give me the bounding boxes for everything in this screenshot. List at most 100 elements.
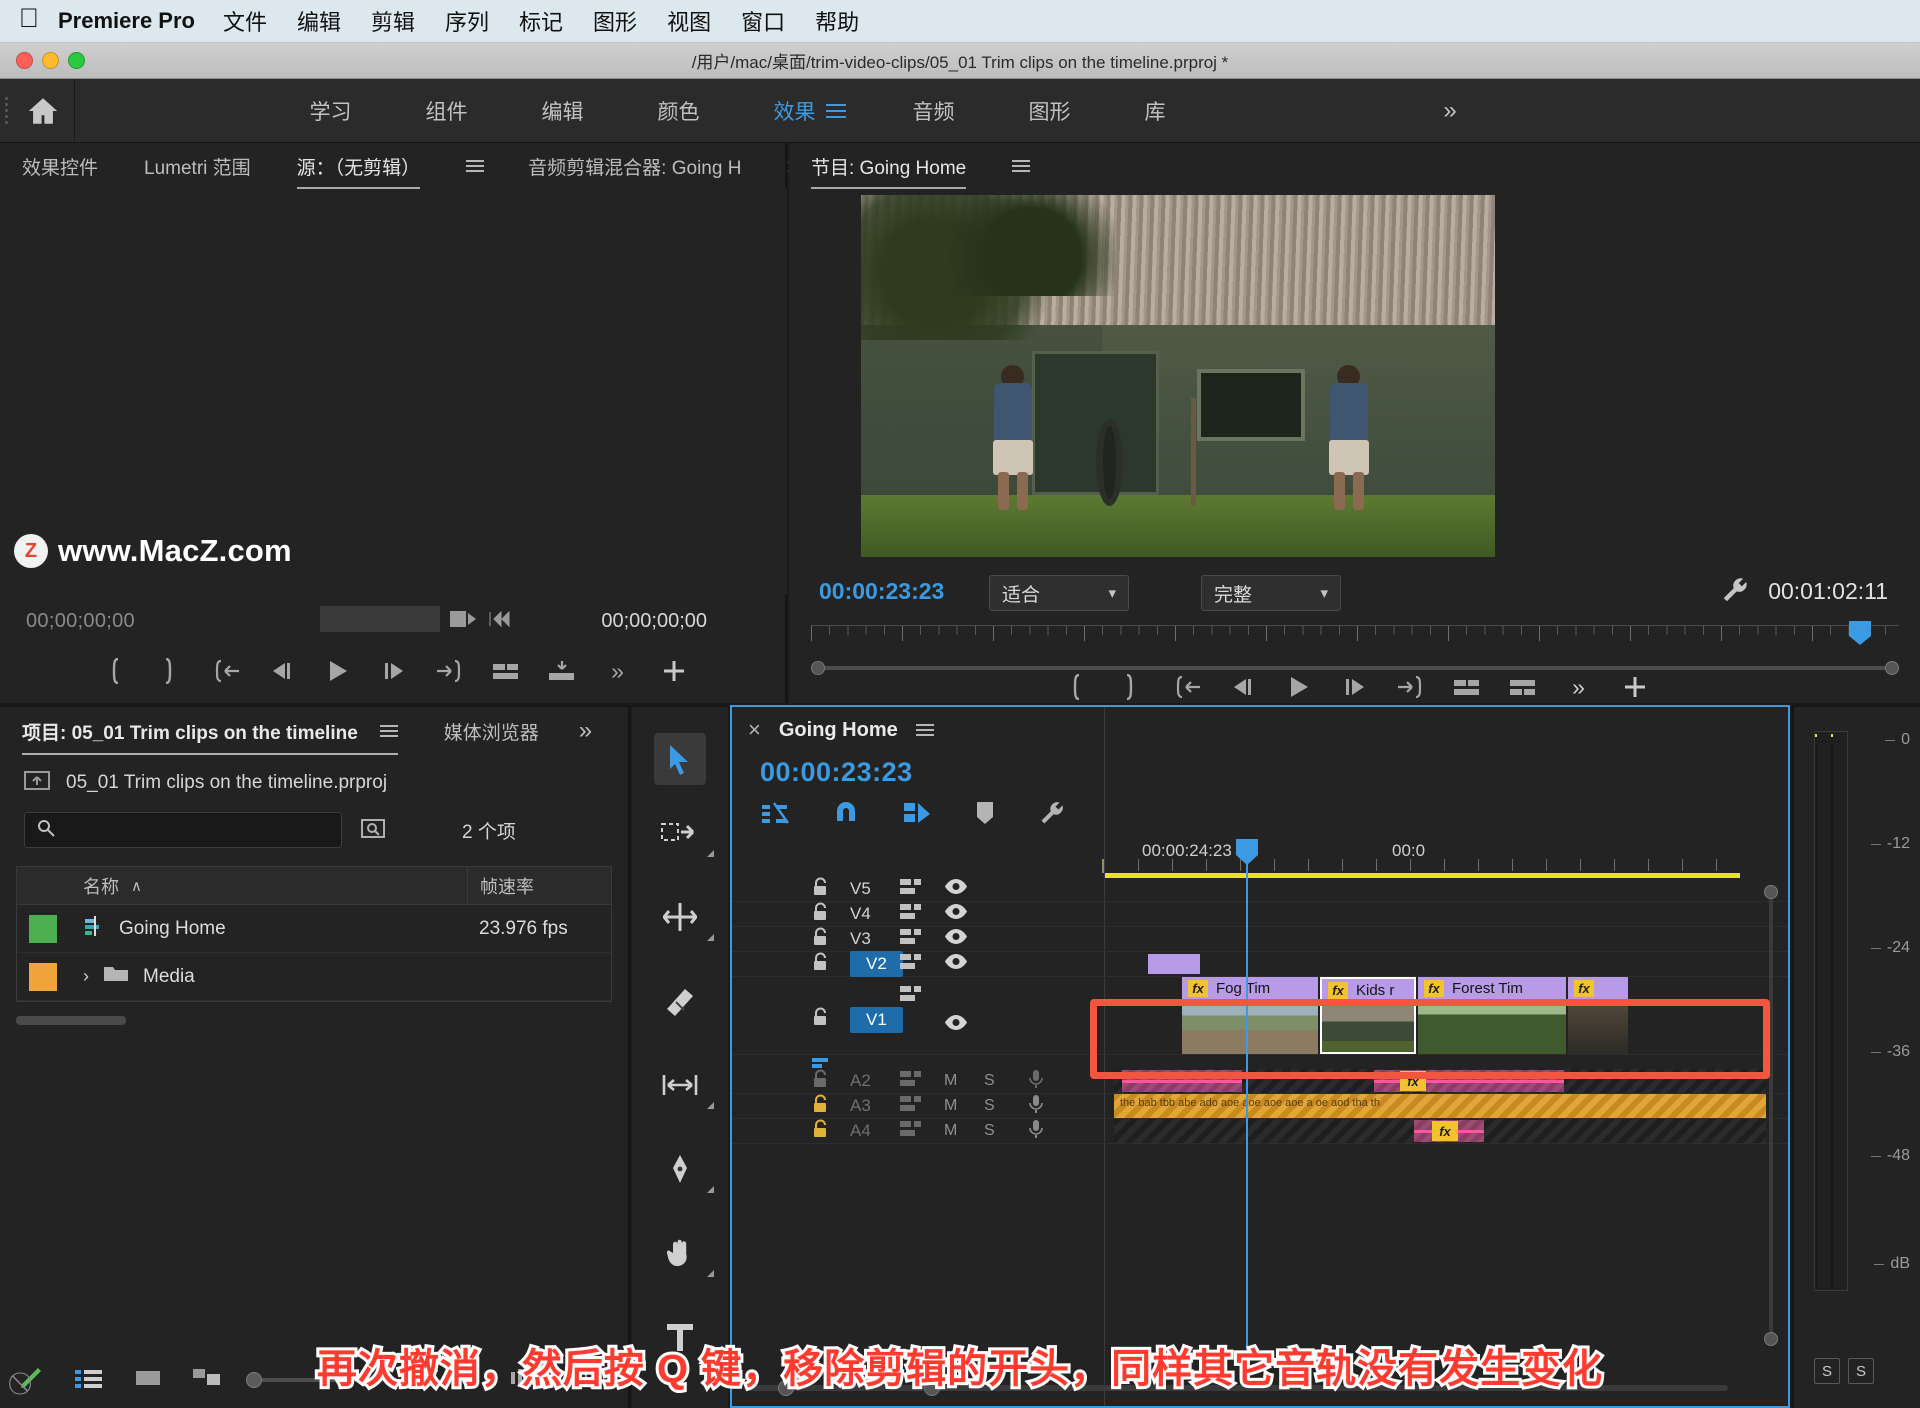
- lock-icon[interactable]: [812, 1069, 829, 1093]
- menu-item-graphics[interactable]: 图形: [593, 5, 637, 37]
- sync-lock-icon[interactable]: [900, 953, 922, 975]
- track-body-v3[interactable]: [1104, 927, 1788, 951]
- solo-button[interactable]: S: [984, 1122, 995, 1140]
- project-panel-menu-icon[interactable]: [379, 725, 398, 737]
- timeline-playhead-handle[interactable]: [1236, 839, 1258, 865]
- source-scrub-bar[interactable]: [320, 606, 440, 632]
- tab-effect-controls[interactable]: 效果控件: [22, 153, 98, 180]
- lock-icon[interactable]: [812, 1094, 829, 1118]
- tab-graphics[interactable]: 图形: [992, 96, 1108, 126]
- button-editor-button[interactable]: [646, 649, 702, 693]
- audio-clip[interactable]: fx: [1114, 1069, 1766, 1093]
- timeline-vertical-scrollbar[interactable]: [1764, 885, 1778, 1346]
- track-row-v5[interactable]: V5: [732, 877, 1788, 902]
- step-forward-button[interactable]: [366, 649, 422, 693]
- lock-icon[interactable]: [812, 902, 829, 926]
- go-to-out-button[interactable]: [1383, 665, 1439, 709]
- track-body-a3[interactable]: the bab tbb abe ado aoe aoe aoe aoe a oe…: [1104, 1094, 1788, 1118]
- track-body-a2[interactable]: fx: [1104, 1069, 1788, 1093]
- source-timecode-current[interactable]: 00;00;00;00: [26, 610, 135, 633]
- timeline-panel-menu-icon[interactable]: [915, 724, 934, 736]
- sync-lock-icon[interactable]: [900, 985, 922, 1007]
- settings-wrench-icon[interactable]: [1038, 799, 1066, 832]
- menu-item-help[interactable]: 帮助: [815, 5, 859, 37]
- sync-lock-icon[interactable]: [900, 903, 922, 925]
- track-label-v3[interactable]: V3: [850, 929, 871, 949]
- find-icon[interactable]: [360, 816, 388, 845]
- track-row-a3[interactable]: A3 M S the bab tbb abe ado aoe aoe aoe a…: [732, 1094, 1788, 1119]
- track-label-v2[interactable]: V2: [850, 951, 903, 977]
- sync-lock-icon[interactable]: [900, 1120, 922, 1142]
- razor-tool[interactable]: [632, 959, 728, 1043]
- program-time-ruler[interactable]: [811, 625, 1899, 651]
- extract-button[interactable]: [1495, 665, 1551, 709]
- track-visibility-icon[interactable]: [944, 954, 968, 974]
- timeline-clip[interactable]: fx Fog Tim: [1182, 977, 1318, 1054]
- mute-button[interactable]: M: [944, 1097, 957, 1115]
- button-editor-button[interactable]: [1607, 665, 1663, 709]
- tab-project[interactable]: 项目: 05_01 Trim clips on the timeline: [22, 718, 398, 755]
- overwrite-button[interactable]: [534, 649, 590, 693]
- tool-expand-corner[interactable]: [707, 1270, 714, 1277]
- menu-item-file[interactable]: 文件: [223, 5, 267, 37]
- lock-icon[interactable]: [812, 877, 829, 901]
- zoom-level-select[interactable]: 适合 ▾: [989, 575, 1129, 611]
- tab-lumetri-scopes[interactable]: Lumetri 范围: [144, 153, 251, 180]
- track-body-v5[interactable]: [1104, 877, 1788, 901]
- menu-item-edit[interactable]: 编辑: [297, 5, 341, 37]
- timeline-clip-graphic[interactable]: [1148, 954, 1200, 974]
- source-step-icon[interactable]: [488, 608, 512, 635]
- voice-record-icon[interactable]: [1028, 1069, 1044, 1094]
- program-playhead[interactable]: [1849, 621, 1871, 645]
- tool-expand-corner[interactable]: [707, 1102, 714, 1109]
- program-timecode-current[interactable]: 00:00:23:23: [819, 578, 944, 605]
- track-visibility-icon[interactable]: [944, 929, 968, 949]
- track-label-a4[interactable]: A4: [850, 1121, 871, 1141]
- tab-audio[interactable]: 音频: [876, 96, 992, 126]
- timeline-time-ruler[interactable]: 00:00:24:23 00:0: [732, 837, 1788, 878]
- hand-tool[interactable]: [632, 1211, 728, 1295]
- sync-lock-icon[interactable]: [900, 1095, 922, 1117]
- column-header-name[interactable]: 名称 ∧: [69, 873, 467, 899]
- linked-selection-icon[interactable]: [902, 799, 932, 832]
- workspace-overflow-button[interactable]: »: [1400, 97, 1500, 125]
- timeline-clip[interactable]: fx: [1568, 977, 1628, 1054]
- tab-learn[interactable]: 学习: [273, 96, 389, 126]
- track-body-v4[interactable]: [1104, 902, 1788, 926]
- sync-lock-icon[interactable]: [900, 1070, 922, 1092]
- tab-effects[interactable]: 效果: [737, 96, 826, 126]
- timeline-clip[interactable]: fx Kids r: [1320, 977, 1416, 1054]
- effects-menu-icon[interactable]: [825, 103, 846, 118]
- mute-button[interactable]: M: [944, 1072, 957, 1090]
- go-to-in-button[interactable]: [198, 649, 254, 693]
- menu-item-window[interactable]: 窗口: [741, 5, 785, 37]
- track-select-forward-tool[interactable]: [632, 791, 728, 875]
- chevron-right-icon[interactable]: ›: [83, 966, 89, 987]
- ripple-edit-tool[interactable]: [632, 875, 728, 959]
- mark-out-button[interactable]: [142, 649, 198, 693]
- track-row-a2[interactable]: A2 M S fx: [732, 1069, 1788, 1094]
- source-panel-menu-icon[interactable]: [466, 160, 485, 172]
- voice-record-icon[interactable]: [1028, 1094, 1044, 1119]
- tool-expand-corner[interactable]: [707, 1186, 714, 1193]
- track-row-v2[interactable]: V2: [732, 951, 1788, 977]
- snap-icon[interactable]: [832, 799, 860, 832]
- timeline-playhead-timecode[interactable]: 00:00:23:23: [760, 757, 913, 788]
- menu-item-view[interactable]: 视图: [667, 5, 711, 37]
- track-label-v1[interactable]: V1: [850, 1007, 903, 1033]
- column-header-frame-rate[interactable]: 帧速率: [467, 866, 611, 905]
- program-timecode-duration[interactable]: 00:01:02:11: [1768, 578, 1888, 605]
- project-panel-overflow[interactable]: »: [579, 717, 592, 745]
- source-transport-overflow[interactable]: »: [590, 649, 646, 693]
- track-label-a3[interactable]: A3: [850, 1096, 871, 1116]
- tool-expand-corner[interactable]: [707, 850, 714, 857]
- play-button[interactable]: [1271, 665, 1327, 709]
- track-row-a4[interactable]: A4 M S fx: [732, 1119, 1788, 1144]
- tab-sequence[interactable]: Going Home: [779, 719, 898, 742]
- tool-expand-corner[interactable]: [707, 934, 714, 941]
- tab-source[interactable]: 源：（无剪辑）: [296, 153, 420, 189]
- track-visibility-icon[interactable]: [944, 879, 968, 899]
- step-back-button[interactable]: [1215, 665, 1271, 709]
- audio-clip[interactable]: fx: [1114, 1119, 1766, 1143]
- mark-in-button[interactable]: [86, 649, 142, 693]
